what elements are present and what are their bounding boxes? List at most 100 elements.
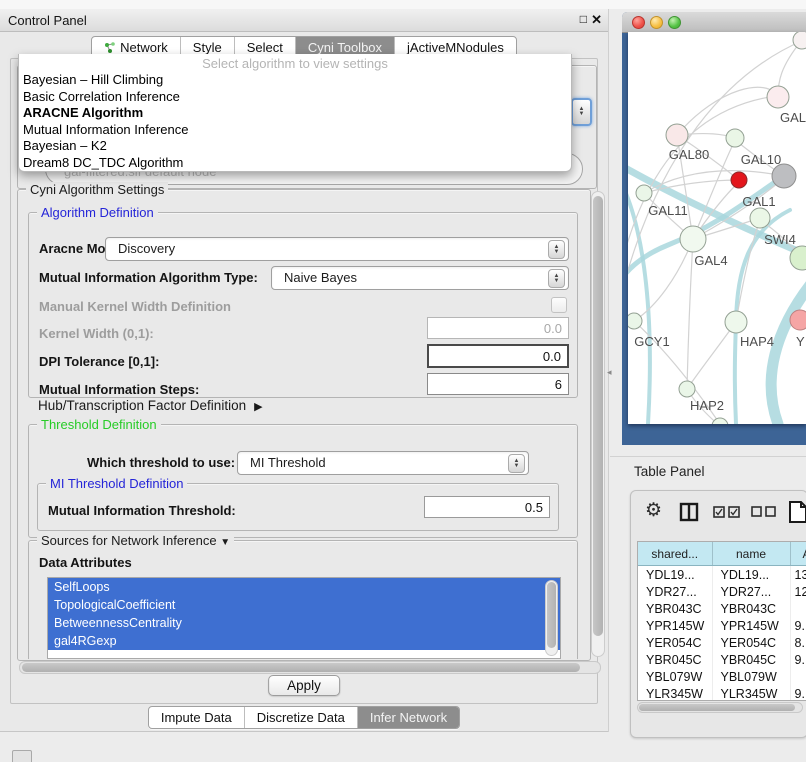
settings-vertical-thumb[interactable] [593,196,603,636]
bottom-tab-infer-network[interactable]: Infer Network [357,707,459,728]
table-header-row: shared...nameA [638,542,806,566]
table-row[interactable]: YBL079WYBL079W [638,668,806,685]
manual-kernel-checkbox[interactable] [551,297,567,313]
bottom-tab-discretize-data[interactable]: Discretize Data [244,707,357,728]
table-horizontal-scrollbar[interactable] [637,702,803,713]
minimize-traffic-light-icon[interactable] [650,16,663,29]
sources-group-title[interactable]: Sources for Network Inference ▼ [37,533,234,548]
algorithm-option[interactable]: Basic Correlation Inference [19,89,571,106]
data-attribute-item[interactable]: TopologicalCoefficient [48,596,560,614]
node-table: shared...nameA YDL19...YDL19...13YDR27..… [638,542,806,701]
algorithm-option[interactable]: Bayesian – K2 [19,138,571,155]
settings-horizontal-scrollbar[interactable] [19,661,601,674]
data-attributes-listbox: SelfLoopsTopologicalCoefficientBetweenne… [47,577,561,659]
network-window: GALGAL80GAL10GAL1GAL11SWI4GAL4GCY1HAP4YH… [622,12,806,445]
network-node[interactable] [725,311,747,333]
network-svg: GALGAL80GAL10GAL1GAL11SWI4GAL4GCY1HAP4YH… [628,32,806,424]
algorithm-dropdown-list: Bayesian – Hill ClimbingBasic Correlatio… [19,72,571,171]
close-panel-icon[interactable]: ✕ [591,12,602,28]
network-node[interactable] [628,313,642,329]
column-header-shared[interactable]: shared... [638,542,712,566]
network-node-label: SWI4 [764,232,796,247]
table-row[interactable]: YDL19...YDL19...13 [638,566,806,584]
network-window-titlebar[interactable] [622,12,806,33]
table-cell: YER054C [638,634,712,651]
data-attribute-item[interactable]: SelfLoops [48,578,560,596]
gear-icon[interactable]: ⚙ [645,499,662,522]
table-cell: YBR043C [712,600,790,617]
attributes-scrollbar[interactable] [545,580,558,656]
network-node[interactable] [750,208,770,228]
network-edge[interactable] [677,87,778,135]
network-node[interactable] [731,172,747,188]
aracne-mode-value: Discovery [118,241,175,256]
network-node[interactable] [790,310,806,330]
network-canvas[interactable]: GALGAL80GAL10GAL1GAL11SWI4GAL4GCY1HAP4YH… [628,32,806,424]
cytoscape-app: Control Panel □ ✕ NetworkStyleSelectCyni… [0,0,806,762]
data-attribute-item[interactable]: BetweennessCentrality [48,614,560,632]
network-node[interactable] [712,418,728,424]
dpi-tolerance-field[interactable] [427,344,569,368]
network-node[interactable] [679,381,695,397]
bottom-tab-impute-data[interactable]: Impute Data [149,707,244,728]
table-row[interactable]: YER054CYER054C8. [638,634,806,651]
mi-type-combo[interactable]: Naive Bayes ▲▼ [271,266,569,290]
algorithm-option[interactable]: Bayesian – Hill Climbing [19,72,571,89]
network-edge[interactable] [687,239,693,389]
window-grip-icon [12,750,32,762]
table-panel-divider [610,456,806,457]
zoom-traffic-light-icon[interactable] [668,16,681,29]
mi-type-label: Mutual Information Algorithm Type: [39,270,258,285]
column-header-name[interactable]: name [712,542,790,566]
network-node[interactable] [666,124,688,146]
network-node-label: GAL [780,110,806,125]
network-node[interactable] [767,86,789,108]
settings-group-title: Cyni Algorithm Settings [26,182,168,197]
data-attribute-item[interactable]: gal4RGexp [48,632,560,650]
attributes-scrollbar-thumb[interactable] [547,582,556,648]
algorithm-dropdown-popup: Select algorithm to view settings Bayesi… [18,54,572,172]
table-cell: YDR27... [638,583,712,600]
panel-collapse-handle-icon[interactable]: ◂ [607,366,615,378]
network-node[interactable] [636,185,652,201]
algorithm-option[interactable]: ARACNE Algorithm [19,105,571,122]
network-edge[interactable] [687,322,736,389]
split-view-icon[interactable] [679,502,699,522]
settings-vertical-scrollbar[interactable] [591,191,605,657]
float-panel-icon[interactable]: □ [580,12,587,26]
mi-threshold-field[interactable] [424,496,550,518]
table-row[interactable]: YLR345WYLR345W9. [638,685,806,701]
table-row[interactable]: YDR27...YDR27...12 [638,583,806,600]
network-node[interactable] [726,129,744,147]
network-node-label: GAL4 [694,253,727,268]
network-node-label: HAP4 [740,334,774,349]
data-attributes-label: Data Attributes [39,555,132,570]
which-threshold-combo[interactable]: MI Threshold ▲▼ [237,451,529,475]
table-row[interactable]: YBR045CYBR045C9. [638,651,806,668]
network-node[interactable] [772,164,796,188]
algorithm-combo-stepper[interactable]: ▲▼ [571,98,592,126]
table-cell: YBR045C [712,651,790,668]
algorithm-option[interactable]: Dream8 DC_TDC Algorithm [19,155,571,172]
hub-definition-toggle[interactable]: Hub/Transcription Factor Definition▶ [38,398,263,413]
apply-button[interactable]: Apply [268,675,340,696]
network-edge[interactable] [771,280,806,424]
table-horizontal-thumb[interactable] [639,704,795,711]
algorithm-option[interactable]: Mutual Information Inference [19,122,571,139]
network-node[interactable] [793,32,806,49]
threshold-definition-group: Threshold Definition Which threshold to … [28,424,578,538]
network-node[interactable] [680,226,706,252]
aracne-mode-combo[interactable]: Discovery ▲▼ [105,237,569,261]
column-header-a[interactable]: A [790,542,806,566]
select-all-columns-icon[interactable] [713,506,741,518]
table-row[interactable]: YPR145WYPR145W9. [638,617,806,634]
table-row[interactable]: YBR043CYBR043C [638,600,806,617]
import-table-icon[interactable] [787,500,806,524]
deselect-all-columns-icon[interactable] [751,506,777,518]
node-table-wrap[interactable]: shared...nameA YDL19...YDL19...13YDR27..… [637,541,806,701]
settings-horizontal-thumb[interactable] [22,663,580,672]
mi-steps-field[interactable] [427,373,569,395]
table-cell: YLR345W [712,685,790,701]
close-traffic-light-icon[interactable] [632,16,645,29]
kernel-width-field[interactable] [427,317,569,339]
